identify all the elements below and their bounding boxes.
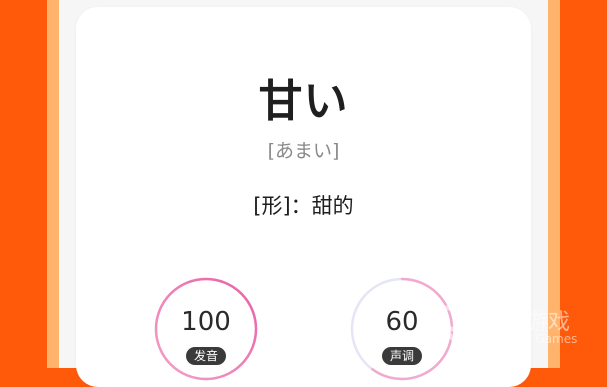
watermark: 仍玩游戏 Renwan Games xyxy=(432,302,607,352)
watermark-subtitle: Renwan Games xyxy=(484,332,578,346)
tone-label-badge: 声调 xyxy=(382,347,422,365)
word-title: 甘い xyxy=(258,76,349,127)
word-meaning: [形]：甜的 xyxy=(253,194,354,218)
pronunciation-label-badge: 发音 xyxy=(186,347,226,365)
rw-logo-icon xyxy=(433,305,469,349)
left-accent-strip xyxy=(47,0,59,368)
pronunciation-score-value: 100 xyxy=(181,307,231,337)
pronunciation-score-gauge[interactable]: 100 发音 xyxy=(154,277,258,381)
word-reading: [あまい] xyxy=(267,140,340,162)
